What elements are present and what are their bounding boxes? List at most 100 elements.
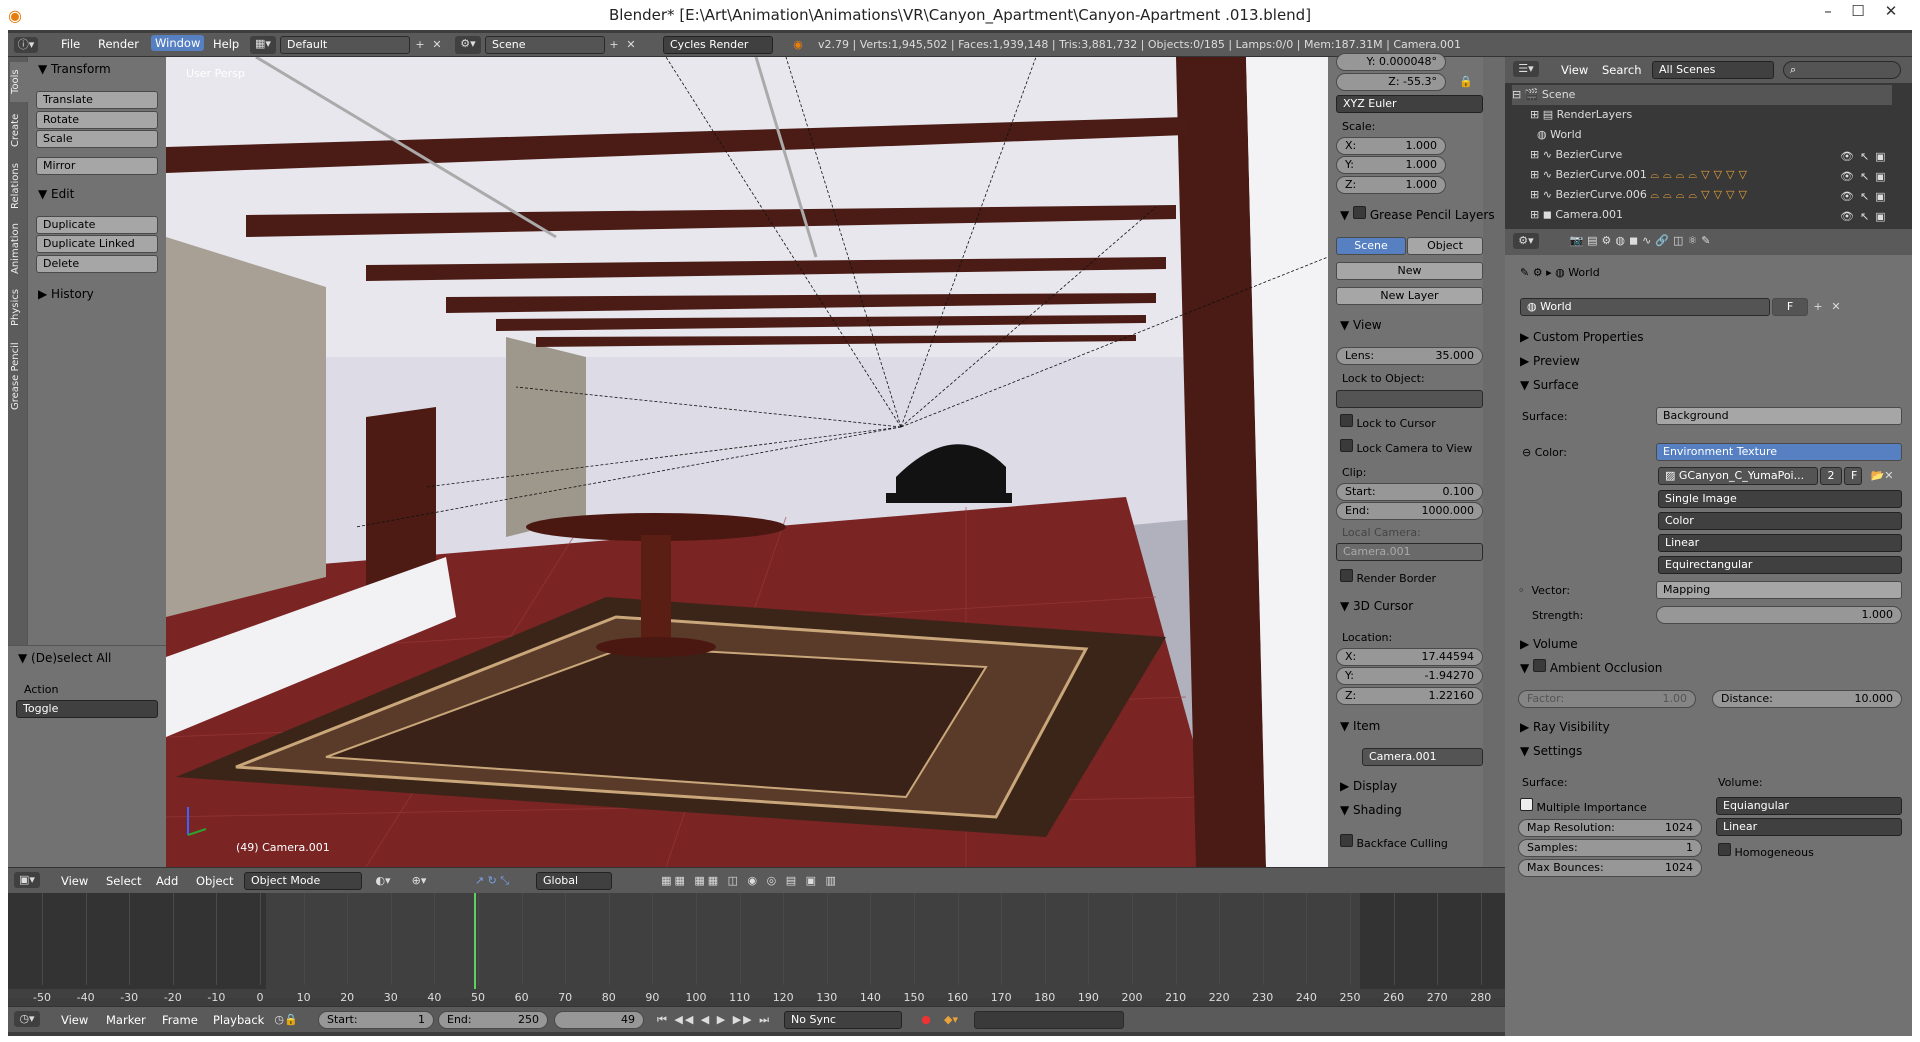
lock-camera-checkbox[interactable] (1340, 439, 1353, 452)
properties-context-tabs[interactable]: 📷▤⚙◍◼∿🔗◫⚛✎ (1547, 233, 1737, 249)
scale-y-field[interactable]: Y: 1.000 (1336, 156, 1446, 174)
homogeneous-checkbox[interactable] (1718, 843, 1731, 856)
multiple-importance-option[interactable]: Multiple Importance (1520, 798, 1647, 814)
outliner-item-world[interactable]: ◍ World (1530, 125, 1582, 145)
tab-grease-pencil[interactable]: Grease Pencil (10, 336, 28, 416)
cursor-z-field[interactable]: Z: 1.22160 (1336, 687, 1483, 705)
item-panel-header[interactable]: ▼ Item (1340, 716, 1380, 736)
outliner-item-beziercurve-006[interactable]: ⊞ ∿ BezierCurve.006 ⌓⌓⌓⌓▽▽▽▽ (1530, 185, 1751, 205)
sync-dropdown[interactable]: No Sync (784, 1011, 902, 1029)
outliner-item-camera[interactable]: ⊞ ◼ Camera.001 (1530, 205, 1623, 225)
render-engine-dropdown[interactable]: Cycles Render (663, 36, 773, 54)
current-frame-playhead[interactable] (473, 893, 476, 989)
vp-menu-object[interactable]: Object (196, 874, 233, 888)
tl-menu-marker[interactable]: Marker (106, 1013, 146, 1027)
ao-distance-field[interactable]: Distance: 10.000 (1712, 690, 1902, 708)
3d-viewport[interactable]: User Persp (49) Camera.001 (166, 57, 1328, 867)
cursor-y-field[interactable]: Y: -1.94270 (1336, 667, 1483, 685)
gp-scene-button[interactable]: Scene (1336, 237, 1406, 255)
scale-z-field[interactable]: Z: 1.000 (1336, 176, 1446, 194)
world-datablock-field[interactable]: ◍ World (1520, 298, 1770, 316)
settings-header[interactable]: ▼ Settings (1520, 741, 1582, 761)
grease-pencil-layers-header[interactable]: ▼ Grease Pencil Layers (1340, 205, 1495, 225)
outliner-editor-icon[interactable]: ☰▾ (1513, 61, 1539, 77)
samples-field[interactable]: Samples: 1 (1518, 839, 1702, 857)
action-dropdown[interactable]: Toggle (16, 700, 158, 718)
cursor-x-field[interactable]: X: 17.44594 (1336, 648, 1483, 666)
volume-sampling-dropdown[interactable]: Equiangular (1716, 797, 1902, 815)
preview-range-icon[interactable]: ◷🔒 (270, 1012, 302, 1028)
mirror-button[interactable]: Mirror (36, 157, 158, 175)
tl-menu-frame[interactable]: Frame (162, 1013, 198, 1027)
add-world-icon[interactable]: + (1810, 299, 1826, 315)
outliner-filter-dropdown[interactable]: All Scenes (1652, 61, 1774, 79)
surface-shader-button[interactable]: Background (1656, 407, 1902, 425)
timeline-editor[interactable]: -50 -40 -30 -20 -10 0 10 20 30 40 50 60 70 80 90 100 110… (8, 893, 1505, 1004)
n-panel-scrollbar[interactable] (1483, 57, 1505, 867)
screen-layout-field[interactable]: Default (280, 36, 410, 54)
manipulator-icons[interactable]: ↗ ↻ ⤡ (460, 873, 524, 889)
outliner-menu-search[interactable]: Search (1602, 63, 1642, 77)
gp-new-button[interactable]: New (1336, 262, 1483, 280)
record-icon[interactable]: ● (918, 1012, 934, 1028)
lens-field[interactable]: Lens: 35.000 (1336, 347, 1483, 365)
scale-button[interactable]: Scale (36, 130, 158, 148)
gp-new-layer-button[interactable]: New Layer (1336, 287, 1483, 305)
duplicate-button[interactable]: Duplicate (36, 216, 158, 234)
add-scene-icon[interactable]: + (606, 37, 622, 53)
shading-mode-icon[interactable]: ◐▾ (368, 873, 398, 889)
orientation-dropdown[interactable]: Global (536, 872, 612, 890)
maximize-icon[interactable]: ☐ (1843, 2, 1873, 24)
surface-header[interactable]: ▼ Surface (1520, 375, 1579, 395)
start-frame-field[interactable]: Start: 1 (318, 1011, 434, 1029)
add-screen-icon[interactable]: + (412, 37, 428, 53)
tab-physics[interactable]: Physics (10, 284, 28, 332)
item-name-field[interactable]: Camera.001 (1362, 748, 1483, 766)
shading-panel-header[interactable]: ▼ Shading (1340, 800, 1402, 820)
outliner-search-input[interactable]: ⌕ (1783, 61, 1901, 79)
history-panel-header[interactable]: ▶ History (38, 284, 94, 304)
keying-set-field[interactable] (974, 1011, 1124, 1029)
outliner-item-beziercurve[interactable]: ⊞ ∿ BezierCurve (1530, 145, 1622, 165)
menu-help[interactable]: Help (213, 37, 239, 51)
map-resolution-field[interactable]: Map Resolution: 1024 (1518, 819, 1702, 837)
scale-x-field[interactable]: X: 1.000 (1336, 137, 1446, 155)
duplicate-linked-button[interactable]: Duplicate Linked (36, 235, 158, 253)
clip-start-field[interactable]: Start: 0.100 (1336, 483, 1483, 501)
menu-file[interactable]: File (61, 37, 80, 51)
delete-button[interactable]: Delete (36, 255, 158, 273)
translate-button[interactable]: Translate (36, 91, 158, 109)
lock-icon[interactable]: 🔒 (1458, 74, 1474, 90)
keying-icon[interactable]: ◆▾ (938, 1012, 964, 1028)
outliner-item-scene[interactable]: ⊟ 🎬 Scene (1512, 85, 1892, 105)
operator-panel-header[interactable]: ▼ (De)select All (18, 648, 111, 668)
multiple-importance-checkbox[interactable] (1520, 798, 1533, 811)
close-icon[interactable]: ✕ (1876, 2, 1906, 24)
strength-field[interactable]: 1.000 (1656, 606, 1902, 624)
outliner-item-renderlayers[interactable]: ⊞ ▤ RenderLayers (1530, 105, 1632, 125)
remove-screen-icon[interactable]: ✕ (429, 37, 445, 53)
display-panel-header[interactable]: ▶ Display (1340, 776, 1397, 796)
info-editor-icon[interactable]: ⓘ▾ (14, 37, 38, 53)
ambient-occlusion-header[interactable]: ▼ Ambient Occlusion (1520, 658, 1662, 678)
render-border-checkbox[interactable] (1340, 569, 1353, 582)
rotation-z-field[interactable]: Z: -55.3° (1336, 73, 1446, 91)
max-bounces-field[interactable]: Max Bounces: 1024 (1518, 859, 1702, 877)
backface-checkbox[interactable] (1340, 834, 1353, 847)
rotation-mode-dropdown[interactable]: XYZ Euler (1336, 95, 1483, 113)
image-open-icon[interactable]: 📂✕ (1864, 468, 1900, 484)
timeline-editor-icon[interactable]: ◷▾ (14, 1011, 40, 1027)
scene-field[interactable]: Scene (485, 36, 605, 54)
remove-scene-icon[interactable]: ✕ (623, 37, 639, 53)
tab-animation[interactable]: Animation (10, 218, 28, 280)
unlink-world-icon[interactable]: ✕ (1828, 299, 1844, 315)
outliner-item-beziercurve-001[interactable]: ⊞ ∿ BezierCurve.001 ⌓⌓⌓⌓▽▽▽▽ (1530, 165, 1751, 185)
editor-type-icon[interactable]: ▣▾ (14, 872, 40, 888)
playback-controls[interactable]: ⏮ ◀◀ ◀ ▶ ▶▶ ⏭ (654, 1012, 774, 1028)
current-frame-field[interactable]: 49 (554, 1011, 644, 1029)
vector-input-button[interactable]: Mapping (1656, 581, 1902, 599)
vp-menu-select[interactable]: Select (106, 874, 141, 888)
image-source-dropdown[interactable]: Single Image (1658, 490, 1902, 508)
volume-interpolation-dropdown[interactable]: Linear (1716, 818, 1902, 836)
lock-object-field[interactable] (1336, 390, 1483, 408)
